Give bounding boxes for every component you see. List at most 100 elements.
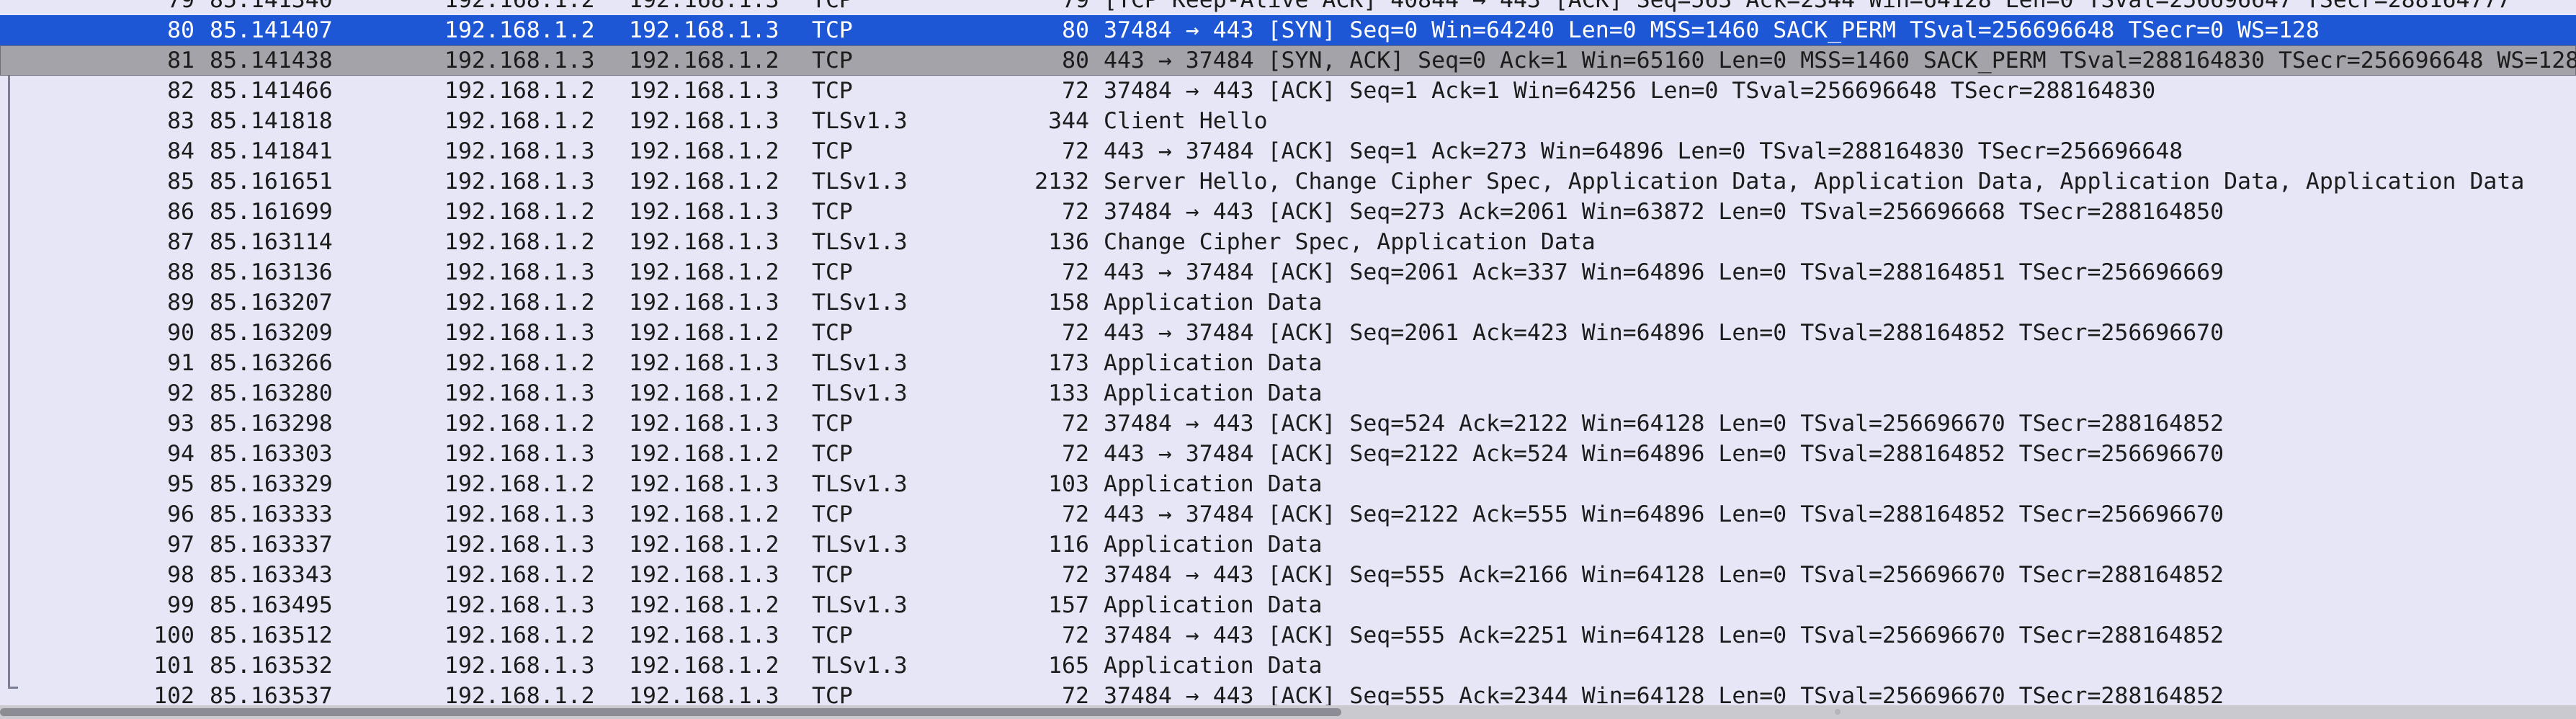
packet-length: 72	[1062, 320, 1089, 346]
packet-time: 85.161699	[210, 199, 333, 225]
packet-destination: 192.168.1.2	[629, 532, 779, 558]
packet-source: 192.168.1.2	[444, 622, 595, 648]
packet-row[interactable]: 101 85.163532 192.168.1.3 192.168.1.2 TLSv1.…	[0, 651, 2576, 681]
packet-row[interactable]: 80 85.141407 192.168.1.2 192.168.1.3 TCP 80 37…	[0, 15, 2576, 45]
packet-time: 85.141340	[210, 0, 333, 13]
packet-row[interactable]: 79 85.141340 192.168.1.2 192.168.1.3 TCP 79 [T…	[0, 0, 2576, 15]
packet-protocol: TCP	[812, 259, 853, 285]
packet-row[interactable]: 81 85.141438 192.168.1.3 192.168.1.2 TCP 80 44…	[0, 45, 2576, 76]
packet-length: 80	[1062, 48, 1089, 73]
packet-info: Application Data	[1104, 592, 1323, 618]
packet-protocol: TCP	[812, 562, 853, 588]
packet-destination: 192.168.1.3	[629, 622, 779, 648]
packet-number: 84	[167, 138, 194, 164]
packet-source: 192.168.1.2	[444, 0, 595, 13]
packet-row[interactable]: 92 85.163280 192.168.1.3 192.168.1.2 TLSv1.3…	[0, 378, 2576, 408]
packet-destination: 192.168.1.2	[629, 653, 779, 679]
packet-length: 72	[1062, 501, 1089, 527]
packet-source: 192.168.1.2	[444, 229, 595, 255]
packet-info: Client Hello	[1104, 108, 1268, 134]
packet-row[interactable]: 90 85.163209 192.168.1.3 192.168.1.2 TCP 72 44…	[0, 318, 2576, 348]
packet-length: 72	[1062, 622, 1089, 648]
packet-row[interactable]: 89 85.163207 192.168.1.2 192.168.1.3 TLSv1.3…	[0, 287, 2576, 318]
packet-row[interactable]: 86 85.161699 192.168.1.2 192.168.1.3 TCP 72 37…	[0, 197, 2576, 227]
packet-number: 82	[167, 78, 194, 104]
packet-protocol: TCP	[812, 320, 853, 346]
packet-info: Application Data	[1104, 532, 1323, 558]
packet-source: 192.168.1.3	[444, 380, 595, 406]
packet-row[interactable]: 100 85.163512 192.168.1.2 192.168.1.3 TCP 72 3…	[0, 620, 2576, 651]
packet-destination: 192.168.1.3	[629, 350, 779, 376]
packet-info: 37484 → 443 [ACK] Seq=555 Ack=2166 Win=6…	[1104, 562, 2224, 588]
packet-info: Server Hello, Change Cipher Spec, Applic…	[1104, 169, 2525, 195]
packet-number: 92	[167, 380, 194, 406]
packet-number: 95	[167, 471, 194, 497]
packet-length: 344	[1048, 108, 1089, 134]
packet-protocol: TCP	[812, 441, 853, 467]
packet-number: 96	[167, 501, 194, 527]
packet-destination: 192.168.1.2	[629, 138, 779, 164]
packet-source: 192.168.1.3	[444, 501, 595, 527]
packet-row[interactable]: 98 85.163343 192.168.1.2 192.168.1.3 TCP 72 37…	[0, 560, 2576, 590]
packet-time: 85.141818	[210, 108, 333, 134]
horizontal-scrollbar-thumb[interactable]	[0, 708, 1341, 716]
packet-time: 85.141407	[210, 17, 333, 43]
packet-row[interactable]: 95 85.163329 192.168.1.2 192.168.1.3 TLSv1.3…	[0, 469, 2576, 499]
packet-row[interactable]: 85 85.161651 192.168.1.3 192.168.1.2 TLSv1.3…	[0, 166, 2576, 197]
packet-info: 37484 → 443 [ACK] Seq=1 Ack=1 Win=64256 …	[1104, 78, 2156, 104]
horizontal-scrollbar[interactable]	[0, 705, 2576, 719]
packet-number: 80	[167, 17, 194, 43]
packet-info: 443 → 37484 [ACK] Seq=2061 Ack=337 Win=6…	[1104, 259, 2224, 285]
packet-time: 85.161651	[210, 169, 333, 195]
packet-source: 192.168.1.3	[444, 320, 595, 346]
packet-row[interactable]: 94 85.163303 192.168.1.3 192.168.1.2 TCP 72 44…	[0, 439, 2576, 469]
packet-info: 37484 → 443 [SYN] Seq=0 Win=64240 Len=0 …	[1104, 17, 2320, 43]
packet-protocol: TCP	[812, 0, 853, 13]
packet-number: 94	[167, 441, 194, 467]
packet-number: 89	[167, 290, 194, 316]
packet-length: 157	[1048, 592, 1089, 618]
packet-row[interactable]: 91 85.163266 192.168.1.2 192.168.1.3 TLSv1.3…	[0, 348, 2576, 378]
packet-source: 192.168.1.2	[444, 199, 595, 225]
packet-time: 85.163343	[210, 562, 333, 588]
packet-source: 192.168.1.3	[444, 653, 595, 679]
packet-destination: 192.168.1.2	[629, 592, 779, 618]
packet-number: 99	[167, 592, 194, 618]
packet-number: 98	[167, 562, 194, 588]
packet-info: 443 → 37484 [ACK] Seq=1 Ack=273 Win=6489…	[1104, 138, 2183, 164]
packet-row[interactable]: 93 85.163298 192.168.1.2 192.168.1.3 TCP 72 37…	[0, 408, 2576, 439]
packet-info: Application Data	[1104, 290, 1323, 316]
packet-destination: 192.168.1.3	[629, 17, 779, 43]
packet-row[interactable]: 88 85.163136 192.168.1.3 192.168.1.2 TCP 72 44…	[0, 257, 2576, 287]
packet-length: 158	[1048, 290, 1089, 316]
packet-destination: 192.168.1.3	[629, 78, 779, 104]
packet-row[interactable]: 97 85.163337 192.168.1.3 192.168.1.2 TLSv1.3…	[0, 530, 2576, 560]
packet-protocol: TLSv1.3	[812, 229, 908, 255]
packet-info: 443 → 37484 [ACK] Seq=2061 Ack=423 Win=6…	[1104, 320, 2224, 346]
packet-destination: 192.168.1.3	[629, 199, 779, 225]
packet-time: 85.163209	[210, 320, 333, 346]
packet-protocol: TLSv1.3	[812, 380, 908, 406]
packet-length: 2132	[1034, 169, 1089, 195]
packet-row[interactable]: 99 85.163495 192.168.1.3 192.168.1.2 TLSv1.3…	[0, 590, 2576, 620]
packet-protocol: TCP	[812, 501, 853, 527]
packet-source: 192.168.1.3	[444, 259, 595, 285]
packet-row[interactable]: 83 85.141818 192.168.1.2 192.168.1.3 TLSv1.3…	[0, 106, 2576, 136]
packet-protocol: TCP	[812, 199, 853, 225]
packet-destination: 192.168.1.2	[629, 441, 779, 467]
packet-rows: 79 85.141340 192.168.1.2 192.168.1.3 TCP 79 [T…	[0, 0, 2576, 711]
packet-length: 72	[1062, 199, 1089, 225]
packet-row[interactable]: 82 85.141466 192.168.1.2 192.168.1.3 TCP 72 37…	[0, 76, 2576, 106]
packet-number: 81	[167, 48, 194, 73]
packet-time: 85.163298	[210, 411, 333, 437]
packet-list[interactable]: 79 85.141340 192.168.1.2 192.168.1.3 TCP 79 [T…	[0, 0, 2576, 719]
packet-destination: 192.168.1.3	[629, 229, 779, 255]
packet-time: 85.163495	[210, 592, 333, 618]
packet-source: 192.168.1.2	[444, 17, 595, 43]
packet-row[interactable]: 96 85.163333 192.168.1.3 192.168.1.2 TCP 72 44…	[0, 499, 2576, 530]
packet-length: 103	[1048, 471, 1089, 497]
packet-info: 37484 → 443 [ACK] Seq=273 Ack=2061 Win=6…	[1104, 199, 2224, 225]
packet-protocol: TLSv1.3	[812, 108, 908, 134]
packet-row[interactable]: 84 85.141841 192.168.1.3 192.168.1.2 TCP 72 44…	[0, 136, 2576, 166]
packet-row[interactable]: 87 85.163114 192.168.1.2 192.168.1.3 TLSv1.3…	[0, 227, 2576, 257]
